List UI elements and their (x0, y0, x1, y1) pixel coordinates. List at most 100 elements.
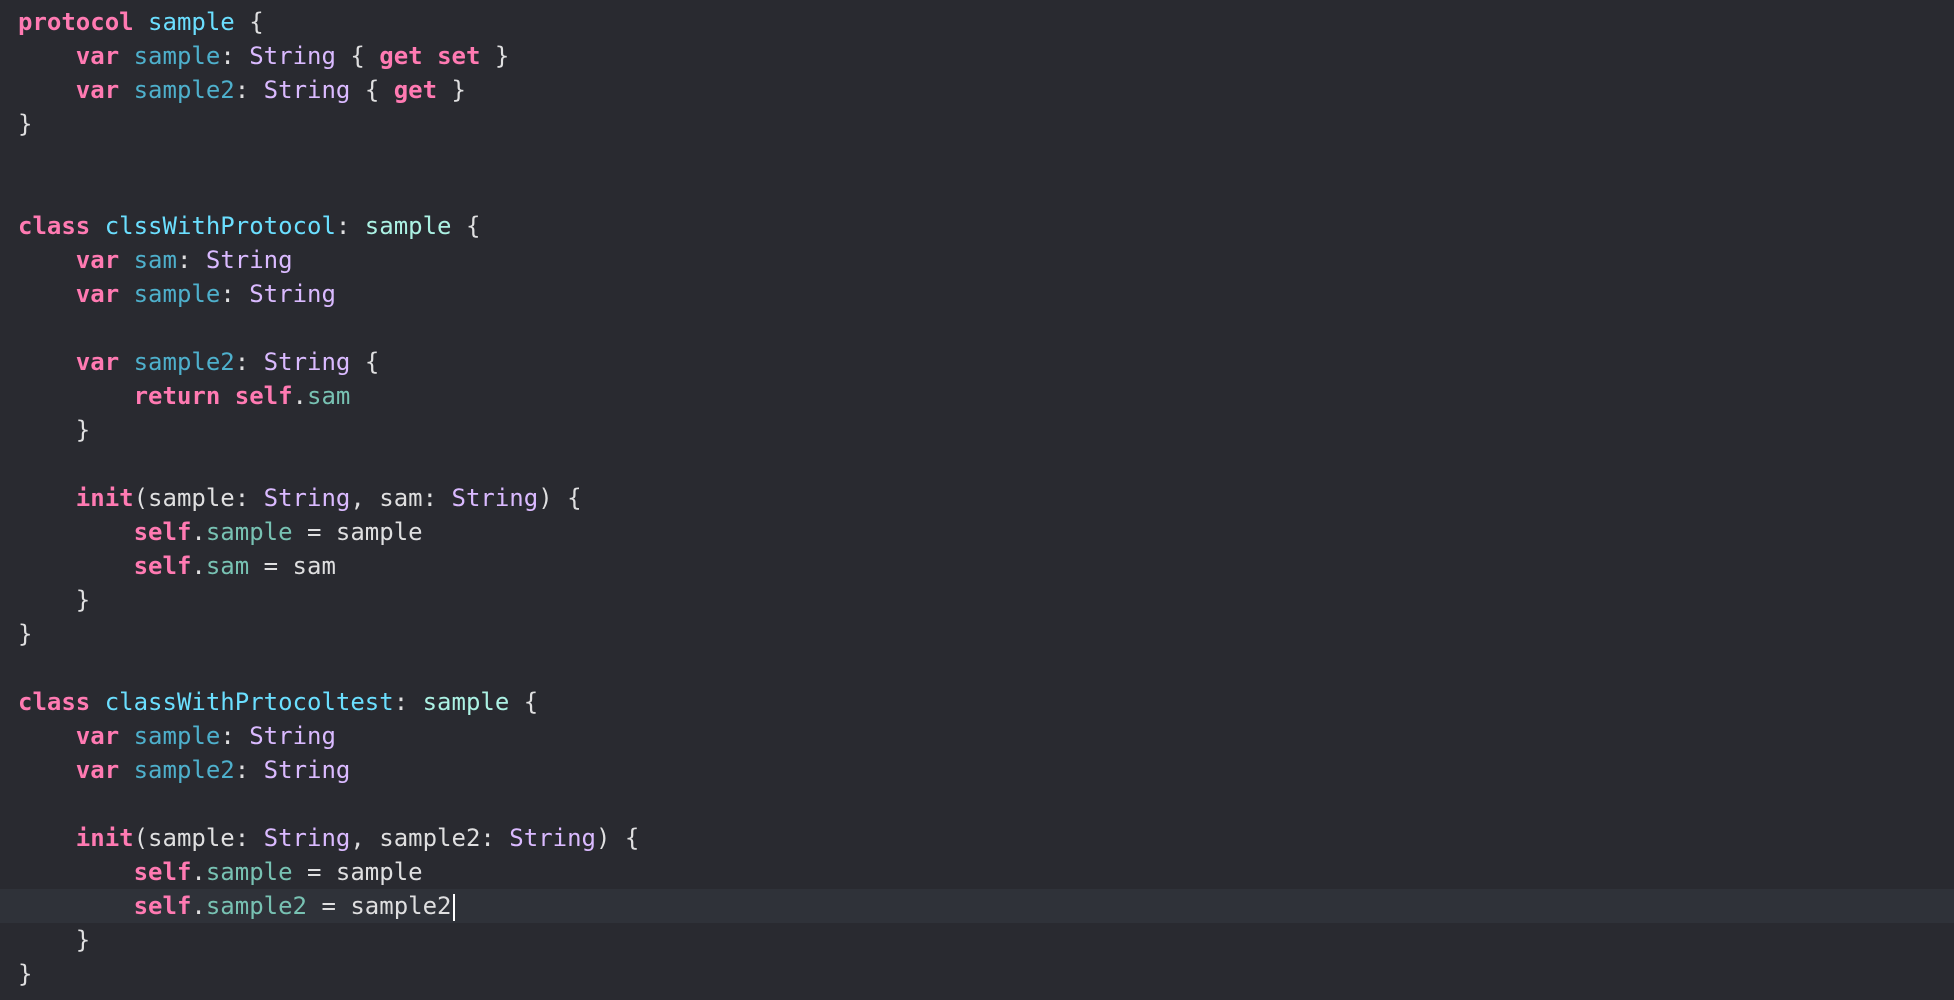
code-token: self (234, 382, 293, 410)
code-token: . (191, 858, 206, 886)
code-token: class (18, 688, 91, 716)
code-line[interactable]: init(sample: String, sample2: String) { (0, 821, 1954, 855)
code-token: = sam (249, 552, 336, 580)
code-token: init (75, 824, 134, 852)
code-token: : (176, 246, 206, 274)
code-token: String (263, 824, 351, 852)
code-token: get (379, 42, 423, 70)
code-line[interactable]: var sample: String (0, 719, 1954, 753)
code-token: { (451, 212, 481, 240)
code-token: (sample: (133, 484, 264, 512)
code-line[interactable]: } (0, 617, 1954, 651)
code-token: var (75, 42, 120, 70)
code-token: = sample (292, 518, 423, 546)
code-token: String (509, 824, 596, 852)
code-token: } (480, 42, 510, 70)
code-line[interactable]: var sample: String { get set } (0, 39, 1954, 73)
code-token: var (75, 348, 120, 376)
code-line[interactable]: init(sample: String, sam: String) { (0, 481, 1954, 515)
code-token: sam (133, 246, 177, 274)
code-line[interactable]: var sam: String (0, 243, 1954, 277)
code-line-current[interactable]: self.sample2 = sample2 (0, 889, 1954, 923)
code-line[interactable] (0, 175, 1954, 209)
code-token: self (133, 858, 192, 886)
code-line[interactable] (0, 651, 1954, 685)
code-token: var (75, 76, 120, 104)
code-line[interactable] (0, 447, 1954, 481)
code-token: { (509, 688, 539, 716)
code-token: . (292, 382, 307, 410)
code-token: , sam: (350, 484, 452, 512)
code-token: classWithPrtocoltest (104, 688, 394, 716)
code-token: sample (133, 280, 221, 308)
code-token: String (451, 484, 539, 512)
code-token: clssWithProtocol (104, 212, 336, 240)
code-token: : (220, 722, 250, 750)
code-token: } (18, 926, 91, 954)
code-token: sample2 (133, 348, 235, 376)
code-line[interactable] (0, 311, 1954, 345)
code-token: String (249, 42, 336, 70)
code-token: } (18, 110, 33, 138)
code-token: : (234, 76, 264, 104)
code-line[interactable]: } (0, 107, 1954, 141)
code-editor[interactable]: protocol sample { var sample: String { g… (0, 0, 1954, 1000)
code-line[interactable]: self.sam = sam (0, 549, 1954, 583)
code-token: : (393, 688, 423, 716)
code-token: sample2 (205, 892, 307, 920)
code-token: } (437, 76, 466, 104)
code-token: { (350, 76, 394, 104)
code-token: ) { (596, 824, 640, 852)
code-token: sample (205, 518, 293, 546)
code-line[interactable]: self.sample = sample (0, 855, 1954, 889)
code-line[interactable]: } (0, 957, 1954, 991)
code-line[interactable] (0, 787, 1954, 821)
code-line[interactable]: var sample: String (0, 277, 1954, 311)
code-token: String (263, 756, 351, 784)
code-line[interactable]: var sample2: String { get } (0, 73, 1954, 107)
code-line[interactable]: var sample2: String { (0, 345, 1954, 379)
code-line[interactable]: self.sample = sample (0, 515, 1954, 549)
code-token: : (234, 348, 264, 376)
code-token: { (234, 8, 264, 36)
code-token: : (335, 212, 365, 240)
code-token: set (437, 42, 481, 70)
code-token: sample2 (133, 76, 235, 104)
code-token: class (18, 212, 91, 240)
code-token: sample (422, 688, 510, 716)
code-line[interactable]: } (0, 923, 1954, 957)
code-token: var (75, 756, 120, 784)
code-token: } (18, 620, 33, 648)
code-line[interactable]: } (0, 583, 1954, 617)
code-token: get (393, 76, 438, 104)
code-token: . (191, 552, 206, 580)
code-token: String (263, 76, 351, 104)
code-token: String (249, 722, 336, 750)
code-line[interactable]: protocol sample { (0, 5, 1954, 39)
code-token: sample (148, 8, 235, 36)
code-line[interactable]: } (0, 413, 1954, 447)
code-line[interactable]: return self.sam (0, 379, 1954, 413)
code-line[interactable] (0, 141, 1954, 175)
code-token: String (205, 246, 293, 274)
code-token: self (133, 518, 192, 546)
code-line[interactable]: var sample2: String (0, 753, 1954, 787)
code-line[interactable]: class classWithPrtocoltest: sample { (0, 685, 1954, 719)
code-token: { (335, 42, 380, 70)
code-line[interactable]: class clssWithProtocol: sample { (0, 209, 1954, 243)
code-token: { (350, 348, 380, 376)
code-token: String (263, 484, 351, 512)
